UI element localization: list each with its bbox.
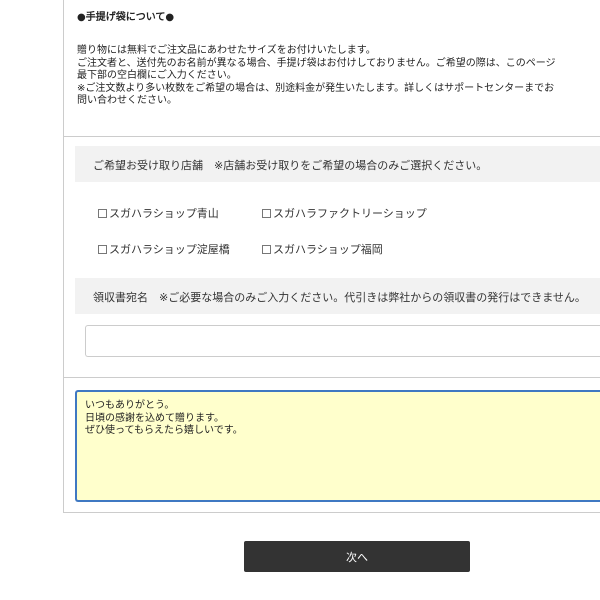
store-option-aoyama[interactable]: スガハラショップ青山 [98,205,219,221]
store-checkbox-factory[interactable] [262,208,271,218]
receipt-name-label: 領収書宛名 ※ご必要な場合のみご入力ください。代引きは弊社からの領収書の発行はで… [93,291,586,304]
store-option-yodoyabashi[interactable]: スガハラショップ淀屋橋 [98,241,230,257]
gift-bag-line: ご注文者と、送付先のお名前が異なる場合、手提げ袋はお付けしておりません。ご希望の… [77,57,556,69]
gift-bag-line: ※ご注文数より多い枚数をご希望の場合は、別途料金が発生いたします。詳しくはサポー… [77,82,555,94]
gift-bag-notice: ●手提げ袋について● 贈り物には無料でご注文品にあわせたサイズをお付けいたします… [77,0,600,136]
store-option-label: スガハラショップ淀屋橋 [109,243,230,256]
message-line: 日頃の感謝を込めて贈ります。 [85,412,224,424]
gift-bag-line: 最下部の空白欄にご入力ください。 [77,70,237,81]
store-option-label: スガハラショップ福岡 [273,243,383,256]
store-pickup-label: ご希望お受け取り店舗 ※店舗お受け取りをご希望の場合のみご選択ください。 [93,159,488,172]
order-options-panel: ●手提げ袋について● 贈り物には無料でご注文品にあわせたサイズをお付けいたします… [63,0,600,513]
gift-bag-heading: ●手提げ袋について● [77,12,175,23]
section-divider [64,377,600,378]
receipt-name-header: 領収書宛名 ※ご必要な場合のみご入力ください。代引きは弊社からの領収書の発行はで… [75,278,600,314]
receipt-name-input[interactable] [85,325,600,357]
gift-bag-body: 贈り物には無料でご注文品にあわせたサイズをお付けいたします。 ご注文者と、送付先… [77,45,556,108]
store-option-label: スガハラショップ青山 [109,207,219,220]
next-button[interactable]: 次へ [244,541,470,572]
section-divider [64,136,600,137]
store-checkbox-yodoyabashi[interactable] [98,244,107,254]
store-checkbox-aoyama[interactable] [98,208,107,218]
store-option-label: スガハラファクトリーショップ [273,207,427,220]
store-option-fukuoka[interactable]: スガハラショップ福岡 [262,241,383,257]
gift-message-textarea[interactable]: いつもありがとう。 日頃の感謝を込めて贈ります。 ぜひ使ってもらえたら嬉しいです… [75,390,600,502]
store-checkbox-fukuoka[interactable] [262,244,271,254]
message-line: ぜひ使ってもらえたら嬉しいです。 [85,425,243,436]
gift-bag-line: 問い合わせください。 [77,95,177,106]
message-line: いつもありがとう。 [85,400,175,411]
store-option-factory[interactable]: スガハラファクトリーショップ [262,205,427,221]
gift-bag-line: 贈り物には無料でご注文品にあわせたサイズをお付けいたします。 [77,45,376,56]
store-pickup-header: ご希望お受け取り店舗 ※店舗お受け取りをご希望の場合のみご選択ください。 [75,146,600,182]
